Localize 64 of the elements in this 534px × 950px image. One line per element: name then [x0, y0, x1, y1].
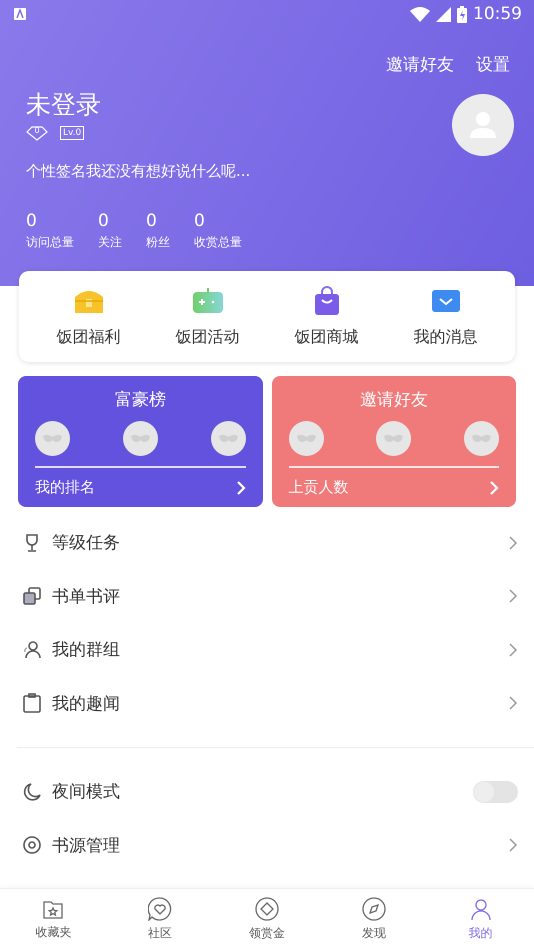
nav-tab[interactable]: 领赏金	[214, 889, 320, 950]
stat-label: 收赏总量	[194, 234, 242, 251]
wifi-icon	[410, 6, 430, 22]
signature-text: 个性签名我还没有想好说什么呢...	[26, 162, 250, 181]
chevron-right-icon	[508, 534, 518, 551]
stat-value: 0	[146, 211, 158, 231]
moon-icon	[22, 782, 42, 802]
shopping-bag-icon	[312, 286, 340, 316]
signal-icon	[436, 6, 451, 22]
notification-icon	[14, 8, 26, 20]
battery-charging-icon	[457, 6, 467, 22]
card-title: 邀请好友	[360, 389, 428, 411]
mask-avatar-icon	[35, 421, 70, 456]
disc-icon	[22, 835, 42, 856]
stat-label: 访问总量	[26, 234, 74, 251]
menu-item[interactable]: 我的趣闻	[52, 692, 498, 715]
mask-avatar-icon	[122, 421, 158, 456]
chevron-right-icon	[508, 695, 518, 712]
diamond-coin-icon	[254, 897, 279, 921]
stat-value: 0	[98, 211, 110, 231]
nav-tab[interactable]: 收藏夹	[0, 889, 107, 950]
ranking-card[interactable]: 富豪榜 我的排名	[18, 376, 262, 507]
nav-tab[interactable]: 我的	[427, 889, 534, 950]
nav-tab[interactable]: 社区	[106, 889, 214, 950]
chevron-right-icon	[508, 642, 518, 658]
diamond-badge: 0	[26, 125, 48, 141]
toggle-switch[interactable]	[473, 780, 518, 803]
username: 未登录	[26, 89, 102, 121]
mask-avatar-icon	[288, 421, 324, 456]
chevron-right-icon	[236, 480, 246, 496]
clipboard-icon	[22, 693, 42, 714]
level-badge: Lv.0	[60, 126, 84, 140]
chevron-right-icon	[508, 837, 518, 854]
mask-avatar-icon	[376, 421, 412, 456]
card-footer-link[interactable]: 我的排名	[35, 478, 246, 497]
heart-bubble-icon	[148, 897, 172, 921]
mask-avatar-icon	[464, 421, 499, 456]
header-link[interactable]: 设置	[476, 52, 510, 76]
header-link[interactable]: 邀请好友	[386, 52, 454, 76]
stat-value: 0	[26, 211, 38, 231]
shortcut-button[interactable]: 饭团商城	[267, 285, 386, 348]
stat-label: 关注	[98, 234, 122, 251]
menu-item[interactable]: 书单书评	[52, 584, 498, 608]
person-icon	[468, 897, 493, 921]
shortcut-button[interactable]: 饭团活动	[148, 285, 267, 348]
people-icon	[22, 640, 42, 660]
stat-label: 粉丝	[146, 234, 170, 251]
overlapping-squares-icon	[22, 586, 42, 606]
menu-item[interactable]: 我的群组	[52, 638, 498, 662]
card-title: 富豪榜	[114, 389, 166, 411]
nav-tab[interactable]: 发现	[320, 889, 428, 950]
chevron-right-icon	[508, 588, 518, 604]
shortcut-button[interactable]: 我的消息	[386, 285, 505, 348]
menu-item[interactable]: 等级任务	[52, 531, 498, 554]
envelope-icon	[430, 288, 460, 314]
chevron-right-icon	[489, 480, 499, 496]
shortcut-button[interactable]: 饭团福利	[29, 285, 148, 348]
mask-avatar-icon	[210, 421, 246, 456]
menu-item[interactable]: 书源管理	[52, 834, 498, 857]
game-controller-icon	[192, 287, 224, 315]
stat-value: 0	[194, 211, 206, 231]
compass-icon	[362, 897, 386, 921]
menu-item[interactable]: 夜间模式	[52, 780, 463, 804]
clock-time: 10:59	[473, 4, 522, 24]
